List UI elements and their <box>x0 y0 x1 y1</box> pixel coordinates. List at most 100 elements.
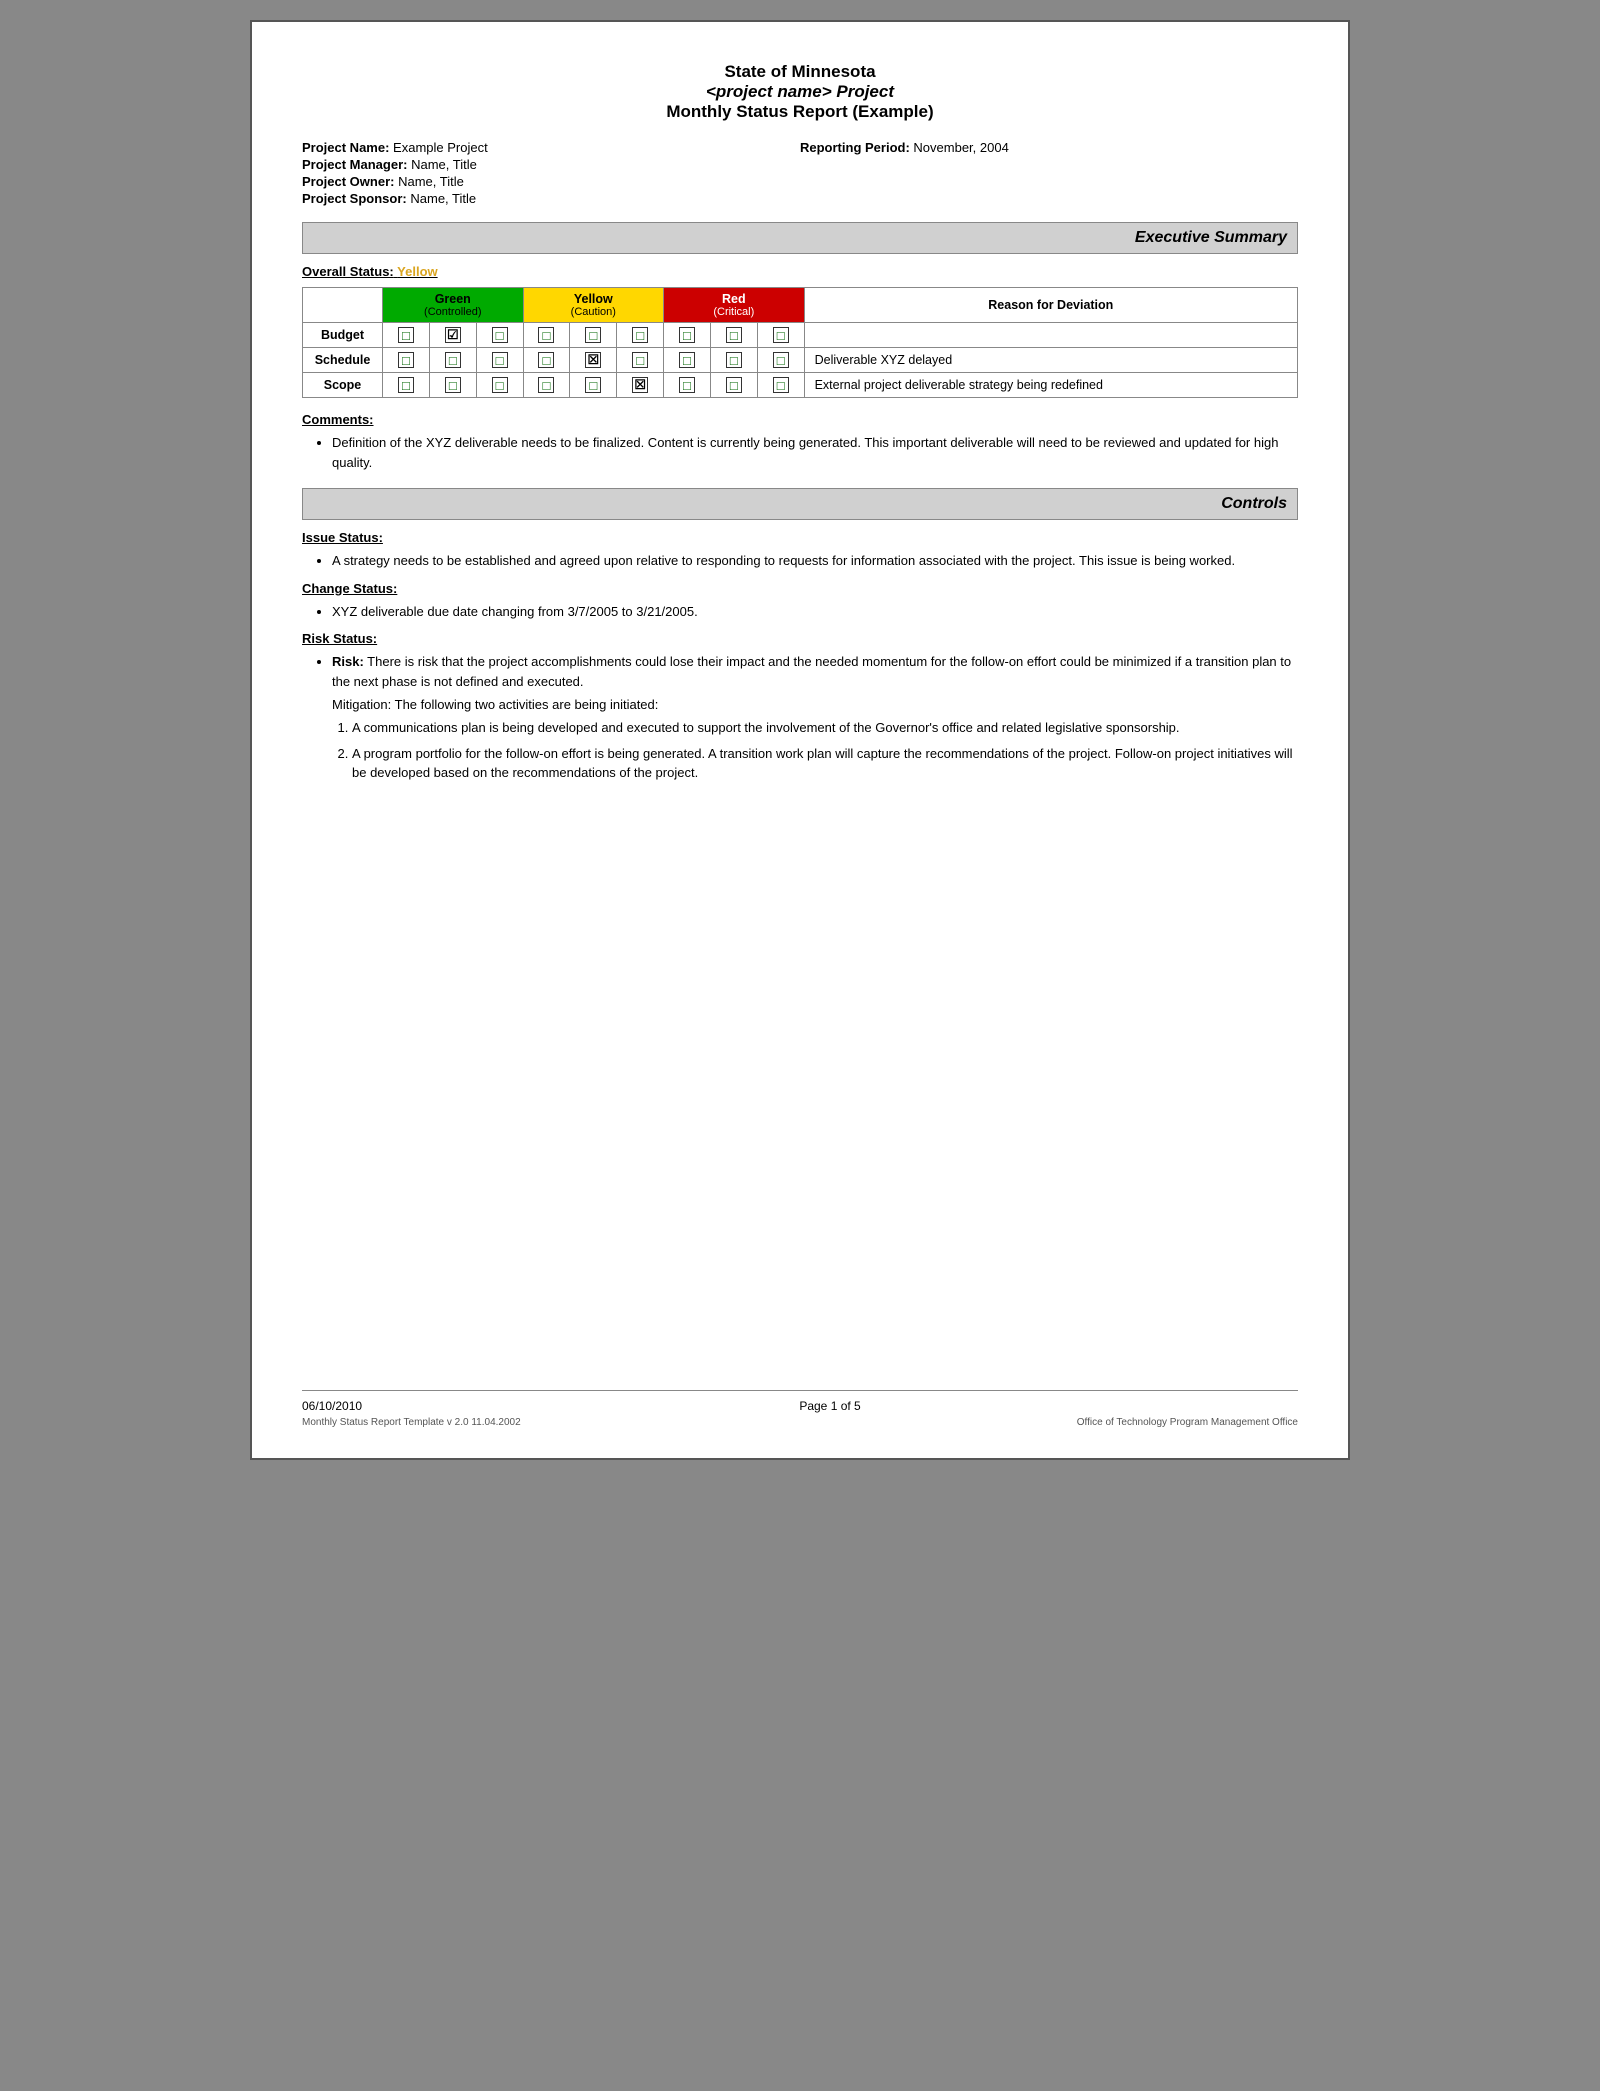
checkbox: □ <box>679 377 695 393</box>
executive-summary-bar: Executive Summary <box>302 222 1298 254</box>
yellow-cb-cell: □ <box>523 373 570 398</box>
yellow-cb-cell: □ <box>570 373 617 398</box>
template-info: Monthly Status Report Template v 2.0 11.… <box>302 1417 521 1428</box>
checkbox: □ <box>726 327 742 343</box>
checkbox: □ <box>679 327 695 343</box>
reason-cell <box>804 323 1297 348</box>
document-page: State of Minnesota <project name> Projec… <box>250 20 1350 1460</box>
checkbox: □ <box>773 352 789 368</box>
meta-project-manager: Project Manager: Name, Title <box>302 157 800 172</box>
checkbox: ☒ <box>585 352 601 368</box>
issue-list: A strategy needs to be established and a… <box>302 551 1298 571</box>
meta-reporting-period: Reporting Period: November, 2004 <box>800 140 1298 155</box>
red-cb-cell: □ <box>710 373 757 398</box>
checkbox: □ <box>398 327 414 343</box>
table-row-label: Scope <box>303 373 383 398</box>
checkbox: □ <box>445 377 461 393</box>
table-row-label: Budget <box>303 323 383 348</box>
document-title: State of Minnesota <project name> Projec… <box>302 62 1298 122</box>
checkbox: □ <box>492 327 508 343</box>
checkbox: □ <box>445 352 461 368</box>
document-content: State of Minnesota <project name> Projec… <box>302 62 1298 1360</box>
th-reason: Reason for Deviation <box>804 288 1297 323</box>
th-red: Red (Critical) <box>664 288 805 323</box>
yellow-cb-cell: □ <box>523 348 570 373</box>
mitigation-list: A communications plan is being developed… <box>302 718 1298 783</box>
title-line1: State of Minnesota <box>302 62 1298 82</box>
controls-section: Issue Status: A strategy needs to be est… <box>302 530 1298 783</box>
yellow-cb-cell: □ <box>523 323 570 348</box>
checkbox: ☒ <box>632 377 648 393</box>
risk-list: Risk: There is risk that the project acc… <box>302 652 1298 691</box>
change-item: XYZ deliverable due date changing from 3… <box>332 602 1298 622</box>
th-empty <box>303 288 383 323</box>
status-table: Green (Controlled) Yellow (Caution) Red … <box>302 287 1298 398</box>
yellow-cb-cell: ☒ <box>617 373 664 398</box>
checkbox: □ <box>398 352 414 368</box>
issue-status-title: Issue Status: <box>302 530 1298 545</box>
red-cb-cell: □ <box>757 348 804 373</box>
meta-info: Project Name: Example Project Reporting … <box>302 140 1298 206</box>
page-number: Page 1 of 5 <box>799 1399 860 1413</box>
yellow-cb-cell: ☒ <box>570 348 617 373</box>
red-cb-cell: □ <box>710 348 757 373</box>
checkbox: □ <box>492 377 508 393</box>
red-cb-cell: □ <box>664 373 711 398</box>
green-cb-cell: ☑ <box>429 323 476 348</box>
checkbox: □ <box>773 377 789 393</box>
red-cb-cell: □ <box>664 348 711 373</box>
checkbox: □ <box>632 352 648 368</box>
comments-title: Comments: <box>302 412 1298 427</box>
red-cb-cell: □ <box>757 323 804 348</box>
risk-item: Risk: There is risk that the project acc… <box>332 652 1298 691</box>
green-cb-cell: □ <box>476 348 523 373</box>
reason-cell: Deliverable XYZ delayed <box>804 348 1297 373</box>
mitigation-item: A program portfolio for the follow-on ef… <box>352 744 1298 783</box>
checkbox: □ <box>773 327 789 343</box>
issue-item: A strategy needs to be established and a… <box>332 551 1298 571</box>
checkbox: □ <box>585 377 601 393</box>
green-cb-cell: □ <box>429 348 476 373</box>
overall-status: Overall Status: Yellow <box>302 264 1298 279</box>
table-row-label: Schedule <box>303 348 383 373</box>
green-cb-cell: □ <box>383 373 430 398</box>
th-green: Green (Controlled) <box>383 288 524 323</box>
risk-status-title: Risk Status: <box>302 631 1298 646</box>
controls-bar: Controls <box>302 488 1298 520</box>
mitigation-item: A communications plan is being developed… <box>352 718 1298 738</box>
change-status-title: Change Status: <box>302 581 1298 596</box>
meta-project-sponsor: Project Sponsor: Name, Title <box>302 191 800 206</box>
footer-date: 06/10/2010 <box>302 1399 362 1413</box>
red-cb-cell: □ <box>757 373 804 398</box>
meta-project-owner: Project Owner: Name, Title <box>302 174 800 189</box>
green-cb-cell: □ <box>476 323 523 348</box>
checkbox: □ <box>538 352 554 368</box>
footer-top: 06/10/2010 Page 1 of 5 <box>302 1399 1298 1413</box>
green-cb-cell: □ <box>383 323 430 348</box>
th-yellow: Yellow (Caution) <box>523 288 664 323</box>
office-name: Office of Technology Program Management … <box>1077 1417 1298 1428</box>
comment-item: Definition of the XYZ deliverable needs … <box>332 433 1298 472</box>
checkbox: □ <box>585 327 601 343</box>
red-cb-cell: □ <box>664 323 711 348</box>
checkbox: □ <box>632 327 648 343</box>
green-cb-cell: □ <box>383 348 430 373</box>
title-line2: <project name> Project <box>302 82 1298 102</box>
checkbox: □ <box>538 377 554 393</box>
meta-project-name: Project Name: Example Project <box>302 140 800 155</box>
footer: 06/10/2010 Page 1 of 5 Monthly Status Re… <box>302 1390 1298 1428</box>
checkbox: □ <box>726 377 742 393</box>
yellow-cb-cell: □ <box>570 323 617 348</box>
green-cb-cell: □ <box>429 373 476 398</box>
green-cb-cell: □ <box>476 373 523 398</box>
reason-cell: External project deliverable strategy be… <box>804 373 1297 398</box>
change-list: XYZ deliverable due date changing from 3… <box>302 602 1298 622</box>
checkbox: □ <box>492 352 508 368</box>
checkbox: □ <box>726 352 742 368</box>
comments-section: Comments: Definition of the XYZ delivera… <box>302 412 1298 472</box>
checkbox: ☑ <box>445 327 461 343</box>
yellow-cb-cell: □ <box>617 323 664 348</box>
title-line3: Monthly Status Report (Example) <box>302 102 1298 122</box>
comments-list: Definition of the XYZ deliverable needs … <box>302 433 1298 472</box>
red-cb-cell: □ <box>710 323 757 348</box>
